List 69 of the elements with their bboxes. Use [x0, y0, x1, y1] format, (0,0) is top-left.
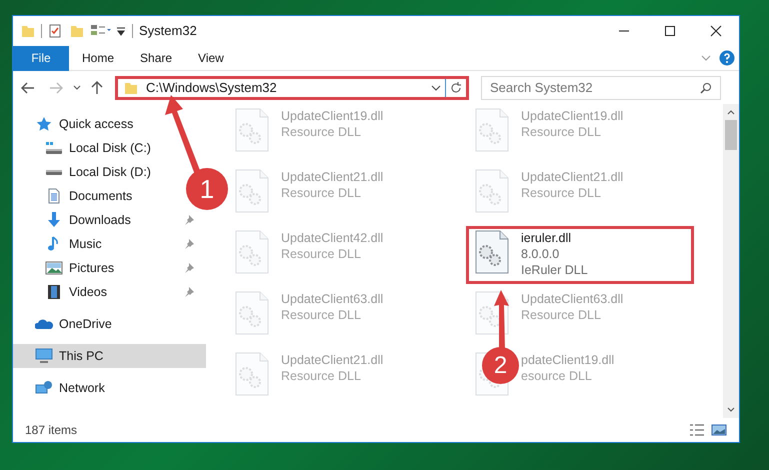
pointer-arrow	[494, 290, 510, 350]
gear-file-icon	[475, 230, 509, 274]
nav-item[interactable]: OneDrive	[13, 312, 118, 336]
customize-icon[interactable]	[90, 24, 112, 38]
nav-item[interactable]: Videos	[13, 280, 206, 304]
gear-file-icon	[235, 108, 269, 152]
nav-item[interactable]: Network	[13, 376, 111, 400]
gear-file-icon	[235, 352, 269, 396]
pin-icon[interactable]	[184, 263, 194, 273]
gear-file-icon	[235, 169, 269, 213]
ribbon-tab[interactable]: Share	[127, 46, 186, 70]
pin-icon[interactable]	[184, 239, 194, 249]
file-name[interactable]: ieruler.dll	[521, 230, 572, 246]
help-icon[interactable]	[719, 50, 735, 66]
gear-file-icon	[235, 291, 269, 335]
drive-icon	[45, 168, 63, 176]
chevron-down-icon[interactable]	[73, 84, 81, 92]
nav-item[interactable]: Local Disk (D:)	[13, 160, 157, 184]
address-path: C:\Windows\System32	[146, 78, 277, 97]
details-view-icon[interactable]	[689, 423, 705, 437]
gear-file-icon	[235, 230, 269, 274]
file-detail: Resource DLL	[281, 124, 361, 140]
search-field[interactable]: Search System32	[481, 76, 721, 100]
nav-item[interactable]: Pictures	[13, 256, 206, 280]
ribbon-tab[interactable]: View	[185, 46, 237, 70]
film-icon	[45, 284, 63, 300]
nav-item[interactable]: Quick access	[13, 112, 140, 136]
pin-icon[interactable]	[184, 287, 194, 297]
item-count: 187 items	[25, 422, 78, 439]
nav-item[interactable]: Local Disk (C:)	[13, 136, 157, 160]
gear-file-icon	[475, 169, 509, 213]
search-icon[interactable]	[700, 82, 712, 94]
properties-icon[interactable]	[48, 24, 62, 38]
file-detail: Resource DLL	[521, 124, 601, 140]
file-detail: Resource DLL	[281, 185, 361, 201]
file-detail: Resource DLL	[521, 307, 601, 323]
file-detail: 8.0.0.0	[521, 246, 560, 262]
address-bar[interactable]: C:\Windows\System32	[115, 76, 469, 100]
file-detail: Resource DLL	[281, 307, 361, 323]
monitor-icon	[35, 348, 53, 364]
star-icon	[35, 116, 53, 132]
nav-item[interactable]: Downloads	[13, 208, 206, 232]
ribbon-tab[interactable]: Home	[69, 46, 128, 70]
picture-icon	[45, 260, 63, 276]
file-detail: Resource DLL	[281, 246, 361, 262]
nav-item[interactable]: Music	[13, 232, 206, 256]
file-detail: Resource DLL	[281, 368, 361, 384]
pin-icon[interactable]	[184, 215, 194, 225]
back-arrow-icon[interactable]	[21, 82, 35, 94]
file-detail: IeRuler DLL	[521, 262, 588, 278]
chevron-down-icon[interactable]	[431, 82, 441, 92]
up-arrow-icon[interactable]	[91, 80, 103, 94]
file-detail: esource DLL	[521, 368, 592, 384]
thumbnail-view-icon[interactable]	[711, 423, 727, 437]
folder-icon	[124, 80, 138, 94]
nav-item[interactable]: This PC	[13, 344, 206, 368]
file-detail: Resource DLL	[521, 185, 601, 201]
scroll-thumb[interactable]	[725, 120, 737, 150]
dropdown-icon[interactable]	[116, 26, 126, 36]
file-tab[interactable]: File	[13, 46, 69, 70]
drive-icon	[45, 140, 63, 156]
network-icon	[35, 380, 53, 396]
gear-file-icon	[475, 108, 509, 152]
download-arrow-icon	[45, 212, 63, 228]
scrollbar[interactable]	[723, 104, 739, 418]
window-title: System32	[139, 22, 197, 40]
nav-item[interactable]: Documents	[13, 184, 138, 208]
folder-icon	[21, 24, 35, 38]
search-input[interactable]: Search System32	[490, 78, 700, 98]
